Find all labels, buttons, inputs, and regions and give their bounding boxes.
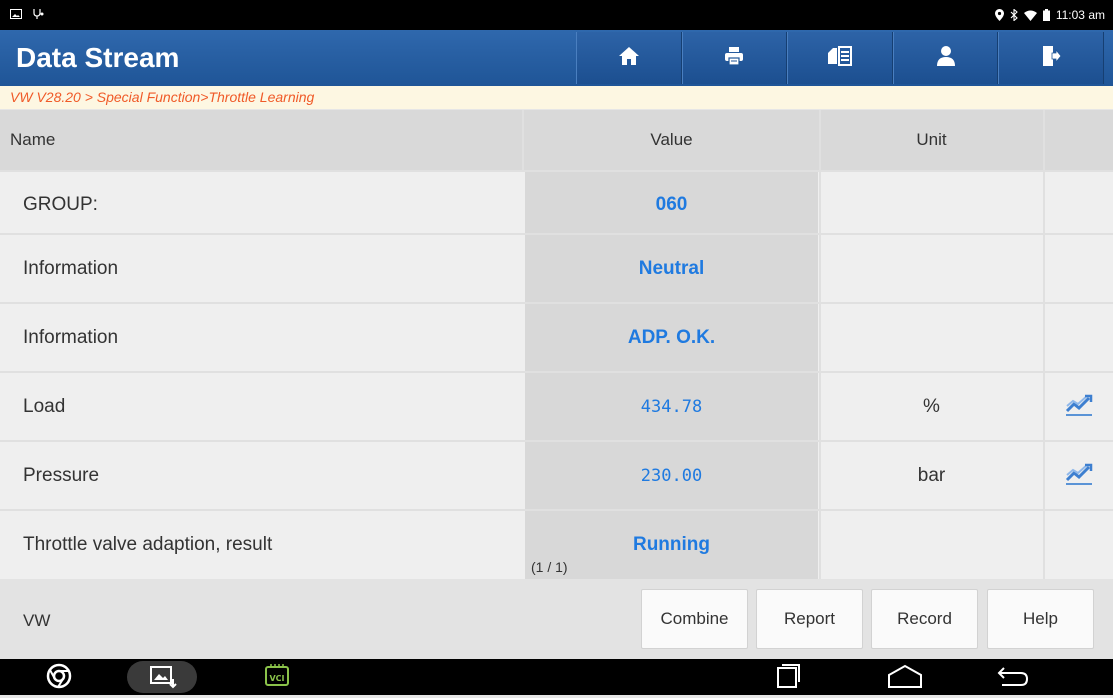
report-button[interactable]: Report (756, 589, 863, 649)
row-name: Information (23, 258, 119, 279)
print-icon (723, 45, 745, 72)
row-name: Pressure (23, 465, 100, 486)
user-button[interactable] (892, 32, 999, 84)
row-name: Load (23, 396, 66, 417)
wifi-icon (1023, 10, 1037, 21)
row-unit: % (923, 396, 940, 417)
row-value: ADP. O.K. (525, 304, 818, 372)
row-name: Throttle valve adaption, result (23, 534, 273, 555)
row-unit (821, 172, 1042, 238)
row-value: 434.78 (525, 373, 818, 441)
trend-chart-icon (1065, 462, 1093, 491)
screenshot-icon (827, 45, 853, 72)
row-unit (821, 235, 1042, 303)
table-row[interactable]: Information Neutral (0, 233, 1113, 303)
row-value: 230.00 (525, 442, 818, 510)
gallery-icon (10, 9, 22, 19)
battery-icon (1042, 9, 1050, 21)
status-time: 11:03 am (1055, 8, 1105, 22)
toolbar (576, 32, 1104, 84)
exit-icon (1041, 45, 1062, 72)
home-icon (618, 45, 640, 72)
column-header-name: Name (10, 130, 56, 149)
table-row[interactable]: Load 434.78 % (0, 371, 1113, 441)
location-icon (994, 9, 1004, 21)
table-row[interactable]: GROUP: 060 (0, 170, 1113, 238)
chrome-icon[interactable] (46, 663, 72, 694)
row-value: 060 (525, 172, 818, 238)
app-header: Data Stream (0, 30, 1113, 86)
column-header-value: Value (650, 130, 693, 149)
home-button[interactable] (576, 32, 682, 84)
recents-icon[interactable] (776, 663, 802, 694)
table-row[interactable]: Information ADP. O.K. (0, 302, 1113, 372)
row-value: Running (1 / 1) (525, 511, 818, 579)
vehicle-label: VW (23, 611, 51, 630)
bluetooth-icon (1010, 9, 1018, 21)
row-unit (821, 511, 1042, 579)
breadcrumb-text: VW V28.20 > Special Function>Throttle Le… (10, 89, 315, 105)
row-name: GROUP: (23, 194, 98, 215)
system-nav-bar: VCI (0, 659, 1113, 695)
row-unit: bar (917, 465, 946, 486)
record-button[interactable]: Record (871, 589, 978, 649)
graph-button[interactable] (1045, 442, 1113, 510)
vci-icon[interactable]: VCI (264, 662, 290, 693)
gallery-download-icon[interactable] (127, 661, 197, 698)
breadcrumb: VW V28.20 > Special Function>Throttle Le… (0, 86, 1113, 109)
column-header-unit: Unit (916, 130, 947, 149)
usb-debug-icon (32, 8, 44, 20)
row-unit (821, 304, 1042, 372)
print-button[interactable] (681, 32, 788, 84)
combine-button[interactable]: Combine (641, 589, 748, 649)
trend-chart-icon (1065, 393, 1093, 422)
table-row[interactable]: Pressure 230.00 bar (0, 440, 1113, 510)
row-name: Information (23, 327, 119, 348)
graph-button[interactable] (1045, 373, 1113, 441)
home-nav-icon[interactable] (887, 663, 923, 694)
page-title: Data Stream (16, 42, 180, 73)
row-value-text: Running (632, 534, 711, 555)
footer-bar: VW Combine Report Record Help (0, 579, 1113, 659)
table-header: Name Value Unit (0, 110, 1113, 170)
help-button[interactable]: Help (987, 589, 1094, 649)
table-row[interactable]: Throttle valve adaption, result Running … (0, 509, 1113, 579)
vci-label: VCI (269, 674, 284, 683)
screenshot-button[interactable] (787, 32, 893, 84)
page-indicator: (1 / 1) (531, 559, 568, 575)
exit-button[interactable] (998, 32, 1104, 84)
row-value: Neutral (525, 235, 818, 303)
user-icon (936, 45, 956, 72)
back-icon[interactable] (996, 663, 1030, 694)
status-bar: 11:03 am (0, 0, 1113, 30)
